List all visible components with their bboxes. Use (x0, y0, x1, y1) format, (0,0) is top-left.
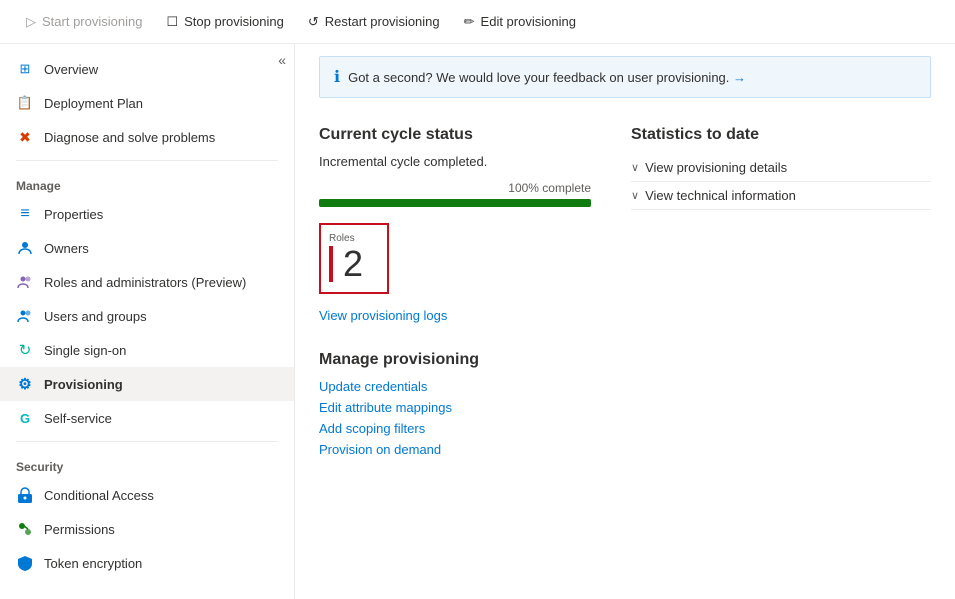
overview-icon: ⊞ (16, 60, 34, 78)
banner-text: Got a second? We would love your feedbac… (348, 70, 746, 85)
sidebar-item-diagnose[interactable]: ✖ Diagnose and solve problems (0, 120, 294, 154)
roles-card-number: 2 (329, 246, 371, 282)
sidebar-item-roles[interactable]: Roles and administrators (Preview) (0, 265, 294, 299)
progress-bar-fill (319, 199, 591, 207)
left-column: Current cycle status Incremental cycle c… (319, 110, 591, 457)
conditional-access-icon (16, 486, 34, 504)
users-groups-icon (16, 307, 34, 325)
content-area: ℹ Got a second? We would love your feedb… (295, 44, 955, 599)
stop-icon: ☐ (166, 14, 178, 30)
self-service-icon: G (16, 409, 34, 427)
view-technical-information-link[interactable]: ∨ View technical information (631, 182, 931, 210)
chevron-down-icon: ∨ (631, 161, 639, 174)
roles-icon (16, 273, 34, 291)
provisioning-icon: ⚙ (16, 375, 34, 393)
info-banner: ℹ Got a second? We would love your feedb… (319, 56, 931, 98)
sidebar-item-deployment-plan[interactable]: 📋 Deployment Plan (0, 86, 294, 120)
permissions-icon (16, 520, 34, 538)
cycle-subtitle: Incremental cycle completed. (319, 154, 591, 169)
sidebar-item-properties[interactable]: ≡ Properties (0, 197, 294, 231)
roles-bar-indicator (329, 246, 333, 282)
manage-provisioning-title: Manage provisioning (319, 351, 591, 369)
edit-attribute-mappings-link[interactable]: Edit attribute mappings (319, 400, 591, 415)
sidebar-item-users-groups[interactable]: Users and groups (0, 299, 294, 333)
sso-icon: ↻ (16, 341, 34, 359)
roles-card: Roles 2 (319, 223, 389, 294)
banner-link[interactable]: → (733, 70, 746, 85)
sidebar-divider-manage (16, 160, 278, 161)
restart-icon: ↺ (308, 14, 319, 30)
owners-icon (16, 239, 34, 257)
sidebar-item-overview[interactable]: ⊞ Overview (0, 52, 294, 86)
sidebar-item-sso[interactable]: ↻ Single sign-on (0, 333, 294, 367)
info-icon: ℹ (334, 67, 340, 87)
start-provisioning-button[interactable]: ▷ Start provisioning (16, 9, 152, 35)
start-icon: ▷ (26, 14, 36, 30)
stop-provisioning-button[interactable]: ☐ Stop provisioning (156, 9, 293, 35)
main-layout: « ⊞ Overview 📋 Deployment Plan ✖ Diagnos… (0, 44, 955, 599)
two-col-layout: Current cycle status Incremental cycle c… (319, 110, 931, 457)
cycle-status-title: Current cycle status (319, 126, 591, 144)
restart-provisioning-button[interactable]: ↺ Restart provisioning (298, 9, 450, 35)
right-column: Statistics to date ∨ View provisioning d… (631, 110, 931, 457)
progress-bar-background (319, 199, 591, 207)
update-credentials-link[interactable]: Update credentials (319, 379, 591, 394)
token-encryption-icon (16, 554, 34, 572)
view-provisioning-details-link[interactable]: ∨ View provisioning details (631, 154, 931, 182)
properties-icon: ≡ (16, 205, 34, 223)
diagnose-icon: ✖ (16, 128, 34, 146)
sidebar-item-owners[interactable]: Owners (0, 231, 294, 265)
toolbar: ▷ Start provisioning ☐ Stop provisioning… (0, 0, 955, 44)
add-scoping-filters-link[interactable]: Add scoping filters (319, 421, 591, 436)
provision-on-demand-link[interactable]: Provision on demand (319, 442, 591, 457)
edit-icon: ✏ (464, 14, 475, 30)
view-provisioning-logs-link[interactable]: View provisioning logs (319, 308, 591, 323)
sidebar-divider-security (16, 441, 278, 442)
statistics-title: Statistics to date (631, 126, 931, 144)
sidebar-collapse-button[interactable]: « (278, 52, 286, 68)
sidebar-item-provisioning[interactable]: ⚙ Provisioning (0, 367, 294, 401)
sidebar: « ⊞ Overview 📋 Deployment Plan ✖ Diagnos… (0, 44, 295, 599)
sidebar-item-conditional-access[interactable]: Conditional Access (0, 478, 294, 512)
edit-provisioning-button[interactable]: ✏ Edit provisioning (454, 9, 586, 35)
manage-section-label: Manage (0, 167, 294, 197)
deployment-plan-icon: 📋 (16, 94, 34, 112)
sidebar-item-permissions[interactable]: Permissions (0, 512, 294, 546)
sidebar-item-token-encryption[interactable]: Token encryption (0, 546, 294, 580)
security-section-label: Security (0, 448, 294, 478)
sidebar-item-self-service[interactable]: G Self-service (0, 401, 294, 435)
chevron-down-icon-2: ∨ (631, 189, 639, 202)
progress-label: 100% complete (319, 181, 591, 195)
